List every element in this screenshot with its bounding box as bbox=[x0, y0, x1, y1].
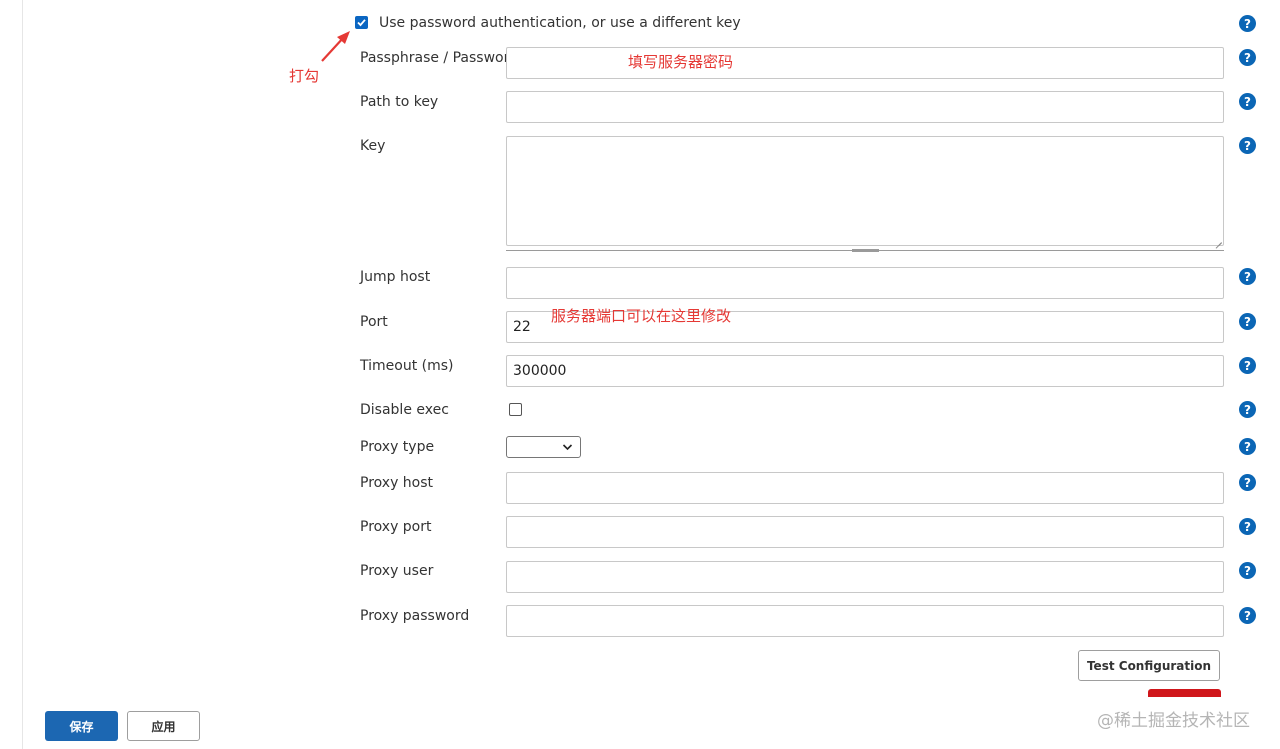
help-icon-jump-host[interactable]: ? bbox=[1239, 268, 1256, 285]
test-configuration-button[interactable]: Test Configuration bbox=[1078, 650, 1220, 681]
path-to-key-input[interactable] bbox=[506, 91, 1224, 123]
watermark: @稀土掘金技术社区 bbox=[1097, 711, 1250, 731]
timeout-input[interactable]: 300000 bbox=[506, 355, 1224, 387]
disable-exec-checkbox[interactable] bbox=[509, 403, 522, 416]
save-button[interactable]: 保存 bbox=[45, 711, 118, 741]
proxy-type-label: Proxy type bbox=[360, 439, 435, 455]
help-icon-disable-exec[interactable]: ? bbox=[1239, 401, 1256, 418]
use-password-checkbox[interactable] bbox=[355, 16, 368, 29]
left-divider bbox=[22, 0, 23, 749]
help-icon-proxy-user[interactable]: ? bbox=[1239, 562, 1256, 579]
help-icon-key[interactable]: ? bbox=[1239, 137, 1256, 154]
port-label: Port bbox=[360, 314, 388, 330]
help-icon-use-password[interactable]: ? bbox=[1239, 15, 1256, 32]
proxy-password-label: Proxy password bbox=[360, 608, 470, 624]
jump-host-input[interactable] bbox=[506, 267, 1224, 299]
checkmark-icon bbox=[357, 19, 366, 27]
proxy-host-input[interactable] bbox=[506, 472, 1224, 504]
chevron-down-icon bbox=[562, 444, 573, 451]
apply-button[interactable]: 应用 bbox=[127, 711, 200, 741]
help-icon-passphrase[interactable]: ? bbox=[1239, 49, 1256, 66]
help-icon-port[interactable]: ? bbox=[1239, 313, 1256, 330]
resize-grip-icon[interactable] bbox=[1214, 235, 1222, 243]
proxy-user-label: Proxy user bbox=[360, 563, 434, 579]
annotation-port-hint: 服务器端口可以在这里修改 bbox=[551, 307, 732, 325]
help-icon-proxy-port[interactable]: ? bbox=[1239, 518, 1256, 535]
key-label: Key bbox=[360, 138, 386, 154]
textarea-resize-handle[interactable] bbox=[852, 249, 879, 252]
proxy-port-input[interactable] bbox=[506, 516, 1224, 548]
annotation-password-hint: 填写服务器密码 bbox=[628, 53, 734, 71]
help-icon-proxy-type[interactable]: ? bbox=[1239, 438, 1256, 455]
red-highlight-bar bbox=[1148, 689, 1221, 697]
key-textarea[interactable] bbox=[506, 136, 1224, 246]
jump-host-label: Jump host bbox=[360, 269, 431, 285]
help-icon-timeout[interactable]: ? bbox=[1239, 357, 1256, 374]
proxy-user-input[interactable] bbox=[506, 561, 1224, 593]
passphrase-label: Passphrase / Password bbox=[360, 50, 518, 66]
help-icon-proxy-password[interactable]: ? bbox=[1239, 607, 1256, 624]
proxy-port-label: Proxy port bbox=[360, 519, 432, 535]
disable-exec-label: Disable exec bbox=[360, 402, 449, 418]
passphrase-input[interactable] bbox=[506, 47, 1224, 79]
use-password-label: Use password authentication, or use a di… bbox=[379, 15, 741, 31]
proxy-type-select[interactable] bbox=[506, 436, 581, 458]
timeout-label: Timeout (ms) bbox=[360, 358, 454, 374]
help-icon-path-to-key[interactable]: ? bbox=[1239, 93, 1256, 110]
annotation-arrow-icon bbox=[321, 31, 350, 62]
help-icon-proxy-host[interactable]: ? bbox=[1239, 474, 1256, 491]
proxy-password-input[interactable] bbox=[506, 605, 1224, 637]
path-to-key-label: Path to key bbox=[360, 94, 439, 110]
proxy-host-label: Proxy host bbox=[360, 475, 434, 491]
annotation-check-hint: 打勾 bbox=[289, 67, 320, 85]
